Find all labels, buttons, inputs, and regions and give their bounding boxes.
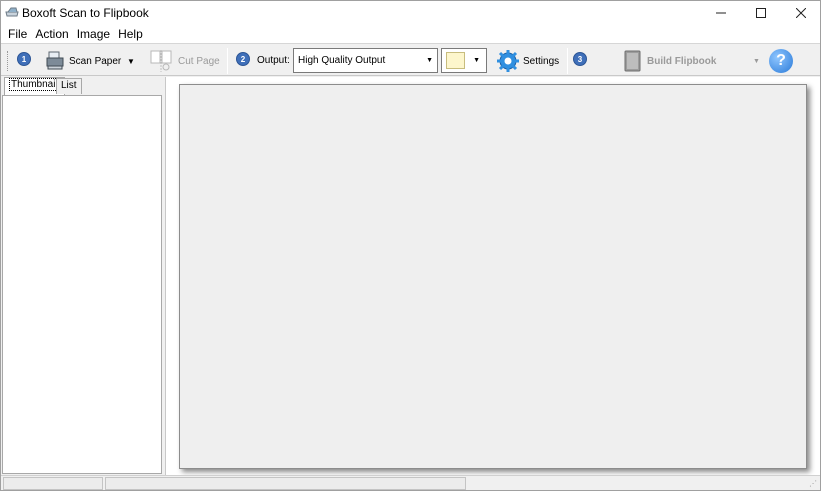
settings-gear-icon	[497, 50, 519, 72]
help-icon: ?	[776, 52, 786, 69]
minimize-button[interactable]	[701, 1, 741, 25]
build-flipbook-button[interactable]: Build Flipbook	[623, 50, 716, 72]
toolbar-separator	[567, 48, 568, 74]
toolbar-separator	[227, 48, 228, 74]
output-select-value: High Quality Output	[298, 55, 386, 66]
left-panel: Thumbnail List	[1, 77, 163, 475]
panel-tabs: Thumbnail List	[1, 77, 163, 95]
close-button[interactable]	[781, 1, 821, 25]
chevron-down-icon: ▼	[753, 57, 760, 65]
settings-button[interactable]: Settings	[497, 50, 559, 72]
menu-action[interactable]: Action	[31, 27, 72, 41]
window-title: Boxoft Scan to Flipbook	[22, 6, 149, 20]
chevron-down-icon: ▼	[127, 56, 135, 66]
close-icon	[796, 8, 806, 18]
preview-area	[165, 77, 820, 475]
help-button[interactable]: ?	[769, 49, 793, 73]
step-1-badge: 1	[17, 52, 31, 66]
tab-list-label: List	[61, 80, 77, 91]
page-color-picker[interactable]: ▼	[441, 48, 487, 73]
status-segment	[3, 477, 103, 490]
tab-list[interactable]: List	[56, 78, 82, 94]
flipbook-icon	[624, 50, 641, 72]
toolbar: 1 Scan Paper ▼ Cut Page 2 Output: High Q…	[1, 43, 820, 76]
maximize-icon	[756, 8, 766, 18]
app-window: Boxoft Scan to Flipbook File Action Imag…	[0, 0, 821, 491]
scan-paper-label: Scan Paper	[69, 55, 122, 67]
scanner-icon	[46, 51, 64, 70]
app-scanner-icon	[5, 7, 19, 17]
scan-paper-dropdown[interactable]: ▼	[127, 50, 135, 72]
chevron-down-icon: ▼	[426, 57, 433, 64]
menu-file[interactable]: File	[4, 27, 31, 41]
minimize-icon	[716, 12, 726, 14]
tab-thumbnail-label: Thumbnail	[9, 78, 60, 91]
output-select[interactable]: High Quality Output ▼	[293, 48, 438, 73]
chevron-down-icon: ▼	[473, 57, 480, 64]
cut-page-button[interactable]: Cut Page	[150, 50, 220, 72]
status-segment	[105, 477, 466, 490]
cut-page-icon	[150, 50, 172, 72]
cut-page-label: Cut Page	[178, 55, 220, 67]
toolbar-grip[interactable]	[7, 51, 9, 71]
resize-grip-icon[interactable]: ⋰	[809, 479, 817, 488]
output-label: Output:	[257, 55, 290, 66]
title-bar: Boxoft Scan to Flipbook	[1, 1, 820, 25]
scan-paper-button[interactable]: Scan Paper	[45, 50, 121, 72]
menu-bar: File Action Image Help	[1, 25, 820, 43]
maximize-button[interactable]	[741, 1, 781, 25]
settings-label: Settings	[523, 55, 560, 67]
color-swatch	[446, 52, 465, 69]
build-flipbook-label: Build Flipbook	[647, 55, 717, 67]
page-canvas[interactable]	[179, 84, 807, 469]
step-2-badge: 2	[236, 52, 250, 66]
build-flipbook-dropdown[interactable]: ▼	[753, 50, 760, 72]
thumbnail-list[interactable]	[2, 95, 162, 474]
menu-help[interactable]: Help	[114, 27, 147, 41]
step-3-badge: 3	[573, 52, 587, 66]
menu-image[interactable]: Image	[73, 27, 114, 41]
status-bar: ⋰	[1, 475, 820, 490]
